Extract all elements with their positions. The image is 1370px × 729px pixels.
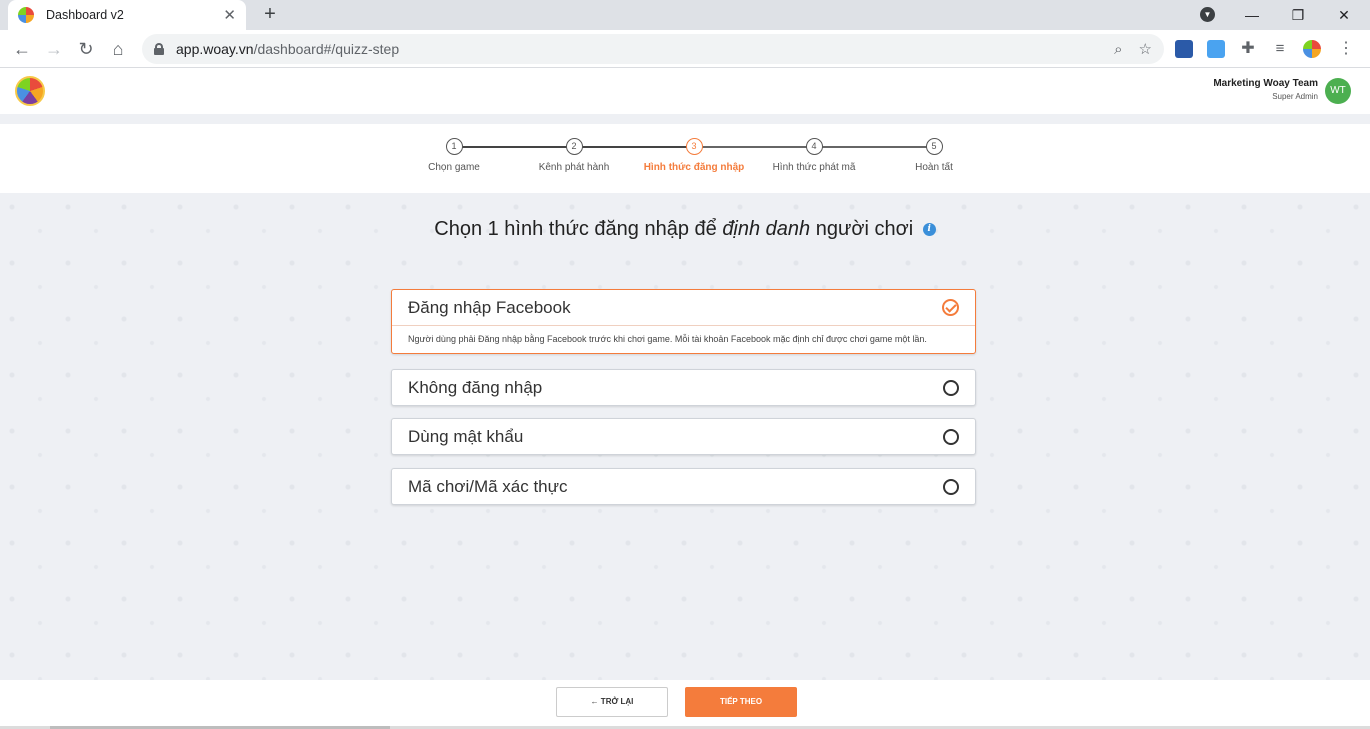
- option-no-login[interactable]: Không đăng nhập: [391, 369, 976, 406]
- extension-j-icon[interactable]: [1175, 40, 1193, 58]
- tab-search-icon[interactable]: ▼: [1200, 7, 1215, 22]
- step-number: 3: [685, 138, 703, 155]
- option-password[interactable]: Dùng mật khẩu: [391, 418, 976, 455]
- extension-drop-icon[interactable]: [1207, 40, 1225, 58]
- reload-icon[interactable]: ↻: [75, 38, 97, 60]
- option-label: Dùng mật khẩu: [408, 426, 524, 446]
- minimize-button[interactable]: —: [1229, 0, 1275, 30]
- title-prefix: Chọn 1 hình thức đăng nhập để: [434, 218, 723, 240]
- bookmark-star-icon[interactable]: ☆: [1139, 40, 1152, 58]
- browser-toolbar: ← → ↻ ⌂ app.woay.vn/dashboard#/quizz-ste…: [0, 30, 1370, 68]
- forward-arrow-icon[interactable]: →: [43, 38, 65, 60]
- avatar[interactable]: WT: [1325, 78, 1351, 104]
- title-emphasis: định danh: [722, 218, 811, 240]
- tab-title: Dashboard v2: [46, 8, 124, 22]
- url-text[interactable]: app.woay.vn/dashboard#/quizz-step: [176, 41, 1098, 57]
- step-label: Hình thức phát mã: [772, 162, 856, 173]
- back-arrow-icon[interactable]: ←: [11, 38, 33, 60]
- option-description: Người dùng phải Đăng nhập bằng Facebook …: [408, 334, 927, 344]
- step-number: 5: [925, 138, 943, 155]
- step-5[interactable]: 5 Hoàn tất: [874, 138, 994, 173]
- browser-tab-strip: Dashboard v2 ✕ + ▼ — ❐ ✕: [0, 0, 1370, 30]
- media-queue-icon[interactable]: ≡: [1271, 40, 1289, 58]
- browser-tab[interactable]: Dashboard v2 ✕: [8, 0, 246, 30]
- radio-unchecked-icon[interactable]: [943, 379, 959, 396]
- lock-icon: [154, 43, 164, 55]
- option-play-code[interactable]: Mã chơi/Mã xác thực: [391, 468, 976, 505]
- woay-favicon-icon: [18, 7, 34, 23]
- checked-icon: [942, 299, 959, 316]
- user-info[interactable]: Marketing Woay Team Super Admin: [1213, 78, 1318, 101]
- new-tab-button[interactable]: +: [258, 4, 282, 26]
- step-1[interactable]: 1 Chọn game: [394, 138, 514, 173]
- step-label: Hình thức đăng nhập: [643, 162, 745, 173]
- url-path: /dashboard#/quizz-step: [253, 41, 400, 57]
- step-label: Hoàn tất: [915, 162, 953, 173]
- close-window-button[interactable]: ✕: [1321, 0, 1367, 30]
- page-title: Chọn 1 hình thức đăng nhập để định danh …: [0, 218, 1370, 241]
- home-icon[interactable]: ⌂: [107, 38, 129, 60]
- option-label: Mã chơi/Mã xác thực: [408, 476, 568, 496]
- back-button[interactable]: ← TRỞ LẠI: [556, 687, 668, 717]
- extensions-puzzle-icon[interactable]: ✚: [1239, 40, 1257, 58]
- option-label: Không đăng nhập: [408, 377, 543, 397]
- step-number: 2: [565, 138, 583, 155]
- address-bar[interactable]: app.woay.vn/dashboard#/quizz-step ⌕ ☆: [142, 34, 1164, 64]
- step-label: Kênh phát hành: [538, 162, 610, 173]
- step-3[interactable]: 3 Hình thức đăng nhập: [634, 138, 754, 173]
- step-number: 4: [805, 138, 823, 155]
- app-header: Marketing Woay Team Super Admin: [0, 68, 1370, 114]
- radio-unchecked-icon[interactable]: [943, 478, 959, 495]
- user-role: Super Admin: [1272, 92, 1318, 101]
- info-icon[interactable]: i: [922, 223, 936, 237]
- main-content: Chọn 1 hình thức đăng nhập để định danh …: [0, 193, 1370, 680]
- restore-button[interactable]: ❐: [1275, 0, 1321, 30]
- next-button[interactable]: TIẾP THEO: [685, 687, 797, 717]
- zoom-icon[interactable]: ⌕: [1114, 41, 1122, 58]
- option-facebook-login[interactable]: Đăng nhập Facebook Người dùng phải Đăng …: [391, 289, 976, 354]
- radio-unchecked-icon[interactable]: [943, 428, 959, 445]
- option-label: Đăng nhập Facebook: [408, 297, 571, 317]
- title-suffix: người chơi: [810, 218, 914, 240]
- step-label: Chọn game: [428, 162, 480, 173]
- step-number: 1: [445, 138, 463, 155]
- profile-avatar-icon[interactable]: [1303, 40, 1321, 58]
- wizard-stepper: 1 Chọn game 2 Kênh phát hành 3 Hình thức…: [0, 124, 1370, 193]
- tab-close-icon[interactable]: ✕: [223, 6, 236, 24]
- url-host: app.woay.vn: [176, 41, 254, 57]
- user-name: Marketing Woay Team: [1213, 78, 1318, 89]
- step-2[interactable]: 2 Kênh phát hành: [514, 138, 634, 173]
- woay-logo[interactable]: [15, 76, 45, 106]
- step-4[interactable]: 4 Hình thức phát mã: [754, 138, 874, 173]
- browser-menu-icon[interactable]: ⋮: [1337, 40, 1355, 58]
- footer-actions: ← TRỞ LẠI TIẾP THEO: [0, 680, 1370, 726]
